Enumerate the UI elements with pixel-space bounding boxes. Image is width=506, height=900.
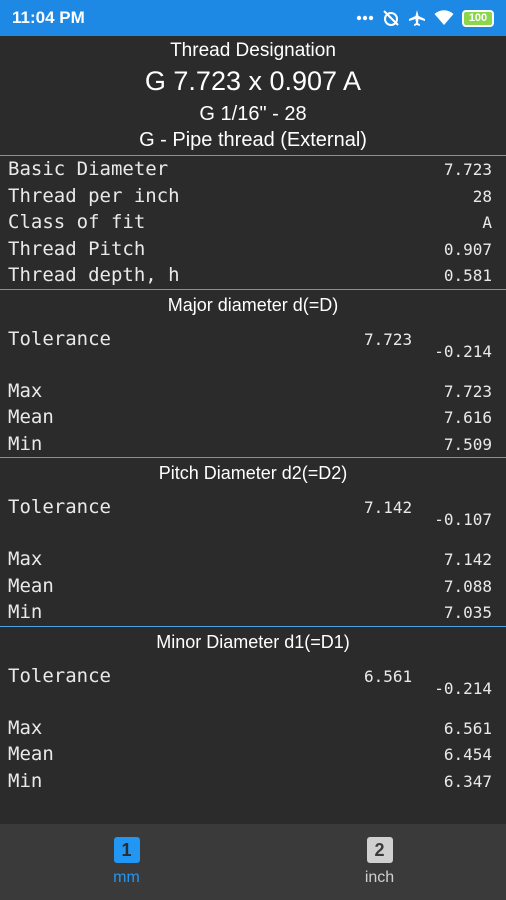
tolerance-label: Tolerance: [8, 664, 111, 687]
tab-inch-icon: 2: [366, 837, 393, 863]
mean-value: 6.454: [443, 745, 492, 764]
pitch-diameter-section: Pitch Diameter d2(=D2) Tolerance 7.142 -…: [0, 458, 506, 626]
property-value: A: [482, 213, 492, 232]
thread-size: G 1/16" - 28: [199, 103, 307, 125]
deviation-value: -0.214: [434, 678, 492, 698]
property-label: Class of fit: [8, 211, 146, 233]
basic-properties: Basic Diameter 7.723 Thread per inch 28 …: [0, 156, 506, 289]
list-item: Thread depth, h 0.581: [0, 262, 506, 289]
min-value: 6.347: [443, 771, 492, 791]
min-label: Min: [8, 769, 43, 792]
deviation-value: -0.214: [434, 341, 492, 361]
mean-label: Mean: [8, 574, 54, 597]
min-value: 7.509: [443, 434, 492, 454]
status-bar: 11:04 PM 100: [0, 0, 506, 36]
more-notifications-icon: [356, 15, 374, 21]
airplane-mode-icon: [408, 9, 426, 27]
tab-mm-icon: 1: [113, 837, 140, 863]
property-label: Thread depth, h: [8, 264, 180, 286]
nominal-value: 7.723: [364, 329, 413, 349]
property-value: 0.907: [443, 239, 492, 259]
tolerance-label: Tolerance: [8, 496, 111, 518]
mean-label: Mean: [8, 743, 54, 765]
list-item: Thread per inch 28: [0, 183, 506, 210]
property-value: 28: [472, 186, 492, 206]
property-value: 7.723: [443, 160, 492, 179]
list-item: Min 6.347: [0, 768, 506, 795]
tolerance-row: Tolerance 7.142 -0.107: [0, 488, 506, 546]
property-label: Basic Diameter: [8, 158, 169, 180]
list-item: Thread Pitch 0.907: [0, 236, 506, 263]
nominal-value: 6.561: [364, 666, 413, 686]
min-label: Min: [8, 601, 43, 623]
tolerance-row: Tolerance 7.723 -0.214: [0, 320, 506, 378]
min-value: 7.035: [443, 603, 492, 622]
page-title: Thread Designation: [170, 40, 336, 61]
property-label: Thread per inch: [8, 184, 180, 207]
status-time: 11:04 PM: [12, 8, 85, 27]
list-item: Mean 7.616: [0, 404, 506, 431]
list-item: Basic Diameter 7.723: [0, 156, 506, 183]
major-diameter-section: Major diameter d(=D) Tolerance 7.723 -0.…: [0, 290, 506, 458]
max-label: Max: [8, 716, 43, 739]
section-title: Pitch Diameter d2(=D2): [158, 463, 348, 483]
thread-type: G - Pipe thread (External): [139, 129, 367, 151]
list-item: Mean 6.454: [0, 741, 506, 768]
max-value: 6.561: [443, 718, 492, 738]
property-label: Thread Pitch: [8, 237, 146, 260]
tolerance-row: Tolerance 6.561 -0.214: [0, 657, 506, 715]
list-item: Max 7.723: [0, 378, 506, 405]
max-label: Max: [8, 379, 43, 402]
deviation-value: -0.107: [434, 510, 492, 529]
mean-value: 7.088: [443, 576, 492, 596]
list-item: Max 7.142: [0, 546, 506, 573]
battery-icon: 100: [462, 9, 494, 27]
list-item: Min 7.035: [0, 599, 506, 626]
main-content: Thread Designation G 7.723 x 0.907 A G 1…: [0, 36, 506, 824]
min-label: Min: [8, 432, 43, 455]
alarm-off-icon: [382, 9, 400, 27]
thread-designation: G 7.723 x 0.907 A: [144, 66, 362, 96]
list-item: Class of fit A: [0, 209, 506, 236]
max-value: 7.723: [443, 381, 492, 401]
list-item: Mean 7.088: [0, 573, 506, 600]
section-title: Major diameter d(=D): [167, 294, 339, 315]
mean-value: 7.616: [443, 408, 492, 427]
tab-mm[interactable]: 1 mm: [0, 824, 253, 900]
mean-label: Mean: [8, 406, 54, 428]
tab-inch[interactable]: 2 inch: [253, 824, 506, 900]
tolerance-label: Tolerance: [8, 327, 111, 350]
property-value: 0.581: [443, 266, 492, 285]
section-title: Minor Diameter d1(=D1): [156, 631, 350, 652]
tab-mm-label: mm: [113, 869, 140, 886]
minor-diameter-section: Minor Diameter d1(=D1) Tolerance 6.561 -…: [0, 627, 506, 795]
tab-inch-label: inch: [364, 869, 395, 886]
list-item: Min 7.509: [0, 431, 506, 458]
wifi-icon: [434, 10, 454, 26]
bottom-tab-bar: 1 mm 2 inch: [0, 824, 506, 900]
status-icons: 100: [356, 9, 494, 27]
list-item: Max 6.561: [0, 715, 506, 742]
max-label: Max: [8, 548, 43, 570]
nominal-value: 7.142: [364, 498, 413, 517]
max-value: 7.142: [443, 550, 492, 569]
